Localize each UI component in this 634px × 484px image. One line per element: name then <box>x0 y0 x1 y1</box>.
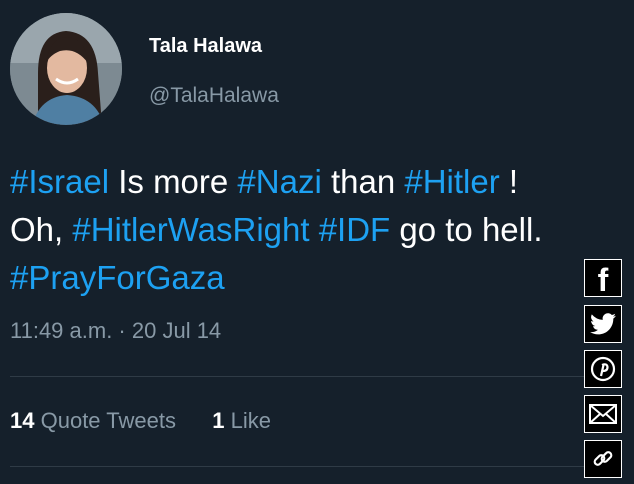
hashtag-link[interactable]: #Israel <box>10 163 109 200</box>
likes-stat[interactable]: 1 Like <box>212 408 271 433</box>
quote-count: 14 <box>10 408 35 433</box>
email-share-button[interactable] <box>584 395 622 433</box>
link-icon <box>593 451 613 466</box>
quote-tweets-stat[interactable]: 14 Quote Tweets <box>10 408 176 433</box>
twitter-share-button[interactable] <box>584 305 622 343</box>
hashtag-link[interactable]: #Hitler <box>404 163 499 200</box>
tweet-text-segment: Oh, <box>10 211 73 248</box>
tweet-line-2: Oh, #HitlerWasRight #IDF go to hell. <box>10 206 630 254</box>
tweet-timestamp[interactable]: 11:49 a.m. · 20 Jul 14 <box>10 318 221 344</box>
facebook-icon: f <box>597 262 609 298</box>
author-name[interactable]: Tala Halawa <box>149 35 262 58</box>
link-share-button[interactable] <box>584 440 622 478</box>
author-handle[interactable]: @TalaHalawa <box>149 84 279 108</box>
twitter-icon <box>590 313 616 335</box>
facebook-share-button[interactable]: f <box>584 259 622 297</box>
hashtag-link[interactable]: #HitlerWasRight <box>72 211 309 248</box>
tweet-text-segment: ! <box>499 163 519 200</box>
pinterest-share-button[interactable] <box>584 350 622 388</box>
email-icon <box>589 404 617 424</box>
hashtag-link[interactable]: #IDF <box>319 211 391 248</box>
tweet-text-segment: than <box>321 163 405 200</box>
divider <box>10 376 586 377</box>
hashtag-link[interactable]: #Nazi <box>237 163 321 200</box>
divider <box>10 466 586 467</box>
hashtag-link[interactable]: #PrayForGaza <box>10 259 225 296</box>
quote-label: Quote Tweets <box>40 408 176 433</box>
tweet-line-1: #Israel Is more #Nazi than #Hitler ! <box>10 158 630 206</box>
like-count: 1 <box>212 408 225 433</box>
tweet-text-segment: Is more <box>109 163 238 200</box>
tweet-text: #Israel Is more #Nazi than #Hitler ! Oh,… <box>10 158 630 302</box>
avatar[interactable] <box>10 13 122 125</box>
like-label: Like <box>230 408 271 433</box>
tweet-line-3: #PrayForGaza <box>10 254 630 302</box>
avatar-photo <box>10 13 122 125</box>
tweet-stats: 14 Quote Tweets 1 Like <box>10 408 271 434</box>
pinterest-icon <box>590 356 616 382</box>
tweet-text-segment <box>310 211 319 248</box>
tweet-text-segment: go to hell. <box>390 211 543 248</box>
